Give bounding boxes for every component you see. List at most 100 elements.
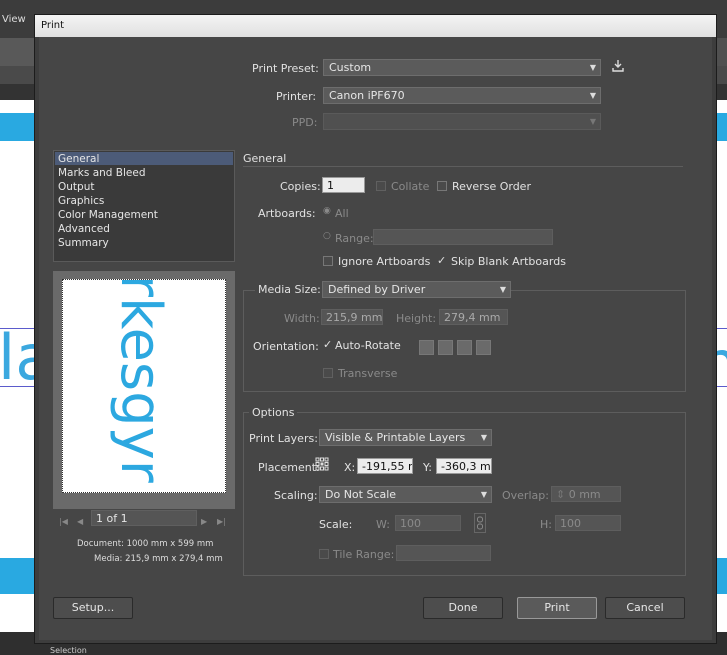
sidebar-item-output[interactable]: Output: [58, 181, 94, 193]
sidebar-item-color-management[interactable]: Color Management: [58, 209, 158, 221]
transverse-checkbox[interactable]: [323, 368, 333, 378]
setup-button[interactable]: Setup...: [53, 597, 133, 619]
collate-checkbox[interactable]: [376, 181, 386, 191]
height-value: 279,4 mm: [444, 311, 501, 324]
y-value: -360,3 mm: [441, 460, 491, 473]
copies-label: Copies:: [280, 180, 321, 193]
media-size-label: Media Size:: [255, 283, 324, 296]
print-button[interactable]: Print: [517, 597, 597, 619]
dialog-body: Print Preset: Custom ▼ Printer: Canon iP…: [39, 37, 712, 640]
general-section-title: General: [243, 152, 287, 165]
ppd-dropdown[interactable]: ▼: [323, 113, 601, 130]
print-category-list: General Marks and Bleed Output Graphics …: [53, 150, 235, 262]
artboards-label: Artboards:: [258, 207, 316, 220]
sidebar-item-summary[interactable]: Summary: [58, 237, 109, 249]
x-label: X:: [344, 461, 356, 474]
collate-label: Collate: [391, 180, 430, 193]
overlap-value: 0 mm: [568, 488, 601, 501]
transverse-label: Transverse: [338, 367, 398, 380]
menu-view[interactable]: View: [2, 14, 26, 25]
next-page-icon[interactable]: ▶: [201, 514, 207, 527]
scale-h-label: H:: [540, 518, 552, 531]
height-input[interactable]: 279,4 mm: [439, 309, 508, 325]
print-preset-value: Custom: [329, 61, 372, 74]
ignore-artboards-checkbox[interactable]: [323, 256, 333, 266]
tile-range-input[interactable]: [396, 545, 491, 561]
overlap-input[interactable]: ⇕ 0 mm: [551, 486, 621, 502]
sidebar-item-marks-and-bleed[interactable]: Marks and Bleed: [58, 167, 146, 179]
flipped-portrait-orientation-icon[interactable]: [457, 340, 472, 355]
y-label: Y:: [423, 461, 432, 474]
print-dialog: Print Print Preset: Custom ▼ Printer: Ca…: [34, 14, 717, 644]
ignore-artboards-label: Ignore Artboards: [338, 255, 431, 268]
scaling-label: Scaling:: [274, 489, 318, 502]
constrain-proportions-link-icon[interactable]: [474, 513, 486, 533]
print-layers-label: Print Layers:: [249, 432, 318, 445]
preview-artwork-text: rkesgyr: [108, 279, 173, 483]
height-label: Height:: [396, 312, 437, 325]
section-divider: [243, 166, 683, 167]
scale-w-value: 100: [400, 517, 421, 530]
printer-value: Canon iPF670: [329, 89, 405, 102]
cancel-button[interactable]: Cancel: [605, 597, 685, 619]
auto-rotate-label: Auto-Rotate: [335, 339, 401, 352]
chevron-down-icon: ▼: [480, 433, 487, 442]
dialog-titlebar[interactable]: Print: [35, 15, 716, 37]
y-position-input[interactable]: -360,3 mm: [436, 458, 492, 474]
first-page-icon[interactable]: |◀: [59, 514, 68, 527]
print-preset-label: Print Preset:: [252, 62, 319, 75]
tile-range-checkbox[interactable]: [319, 549, 329, 559]
done-button[interactable]: Done: [423, 597, 503, 619]
width-input[interactable]: 215,9 mm: [321, 309, 383, 325]
print-preset-dropdown[interactable]: Custom ▼: [323, 59, 601, 76]
x-position-input[interactable]: -191,55 mm: [357, 458, 413, 474]
landscape-orientation-icon[interactable]: [438, 340, 453, 355]
reverse-order-checkbox[interactable]: [437, 181, 447, 191]
flipped-landscape-orientation-icon[interactable]: [476, 340, 491, 355]
copies-input[interactable]: 1: [322, 177, 365, 193]
scale-h-value: 100: [560, 517, 581, 530]
sidebar-item-general[interactable]: General: [58, 153, 99, 165]
print-layers-dropdown[interactable]: Visible & Printable Layers ▼: [319, 429, 492, 446]
scale-height-input[interactable]: 100: [555, 515, 621, 531]
tile-range-label: Tile Range:: [333, 548, 395, 561]
range-input[interactable]: [373, 229, 553, 245]
range-label: Range:: [335, 232, 374, 245]
media-size-info: Media: 215,9 mm x 279,4 mm: [94, 554, 223, 564]
status-selection-label: Selection: [50, 646, 87, 655]
preview-page: rkesgyr: [62, 279, 226, 493]
document-size-info: Document: 1000 mm x 599 mm: [77, 539, 214, 549]
dialog-title: Print: [41, 20, 65, 31]
auto-rotate-checkmark-icon[interactable]: ✓: [323, 338, 332, 351]
chevron-down-icon: ▼: [499, 285, 506, 294]
chevron-down-icon: ▼: [480, 490, 487, 499]
media-size-dropdown[interactable]: Defined by Driver ▼: [322, 281, 511, 298]
portrait-orientation-icon[interactable]: [419, 340, 434, 355]
printer-dropdown[interactable]: Canon iPF670 ▼: [323, 87, 601, 104]
skip-blank-checkmark-icon[interactable]: ✓: [437, 254, 446, 267]
page-indicator-field[interactable]: 1 of 1: [91, 510, 197, 526]
printer-label: Printer:: [276, 90, 317, 103]
placement-label: Placement:: [258, 461, 320, 474]
orientation-label: Orientation:: [253, 340, 319, 353]
save-preset-icon[interactable]: [611, 59, 625, 73]
range-radio[interactable]: ○: [323, 231, 331, 241]
skip-blank-artboards-label: Skip Blank Artboards: [451, 255, 566, 268]
ppd-label: PPD:: [292, 116, 318, 129]
last-page-icon[interactable]: ▶|: [217, 514, 226, 527]
sidebar-item-graphics[interactable]: Graphics: [58, 195, 104, 207]
reverse-order-label: Reverse Order: [452, 180, 531, 193]
chevron-down-icon: ▼: [589, 117, 596, 126]
scaling-value: Do Not Scale: [325, 488, 397, 501]
scaling-dropdown[interactable]: Do Not Scale ▼: [319, 486, 492, 503]
all-radio[interactable]: ◉: [323, 206, 331, 216]
width-value: 215,9 mm: [326, 311, 383, 324]
sidebar-item-advanced[interactable]: Advanced: [58, 223, 110, 235]
print-layers-value: Visible & Printable Layers: [325, 431, 466, 444]
overlap-label: Overlap:: [502, 489, 549, 502]
prev-page-icon[interactable]: ◀: [77, 514, 83, 527]
placement-grid-icon[interactable]: [315, 457, 329, 471]
scale-width-input[interactable]: 100: [395, 515, 461, 531]
options-section-title: Options: [249, 406, 298, 419]
width-label: Width:: [284, 312, 320, 325]
